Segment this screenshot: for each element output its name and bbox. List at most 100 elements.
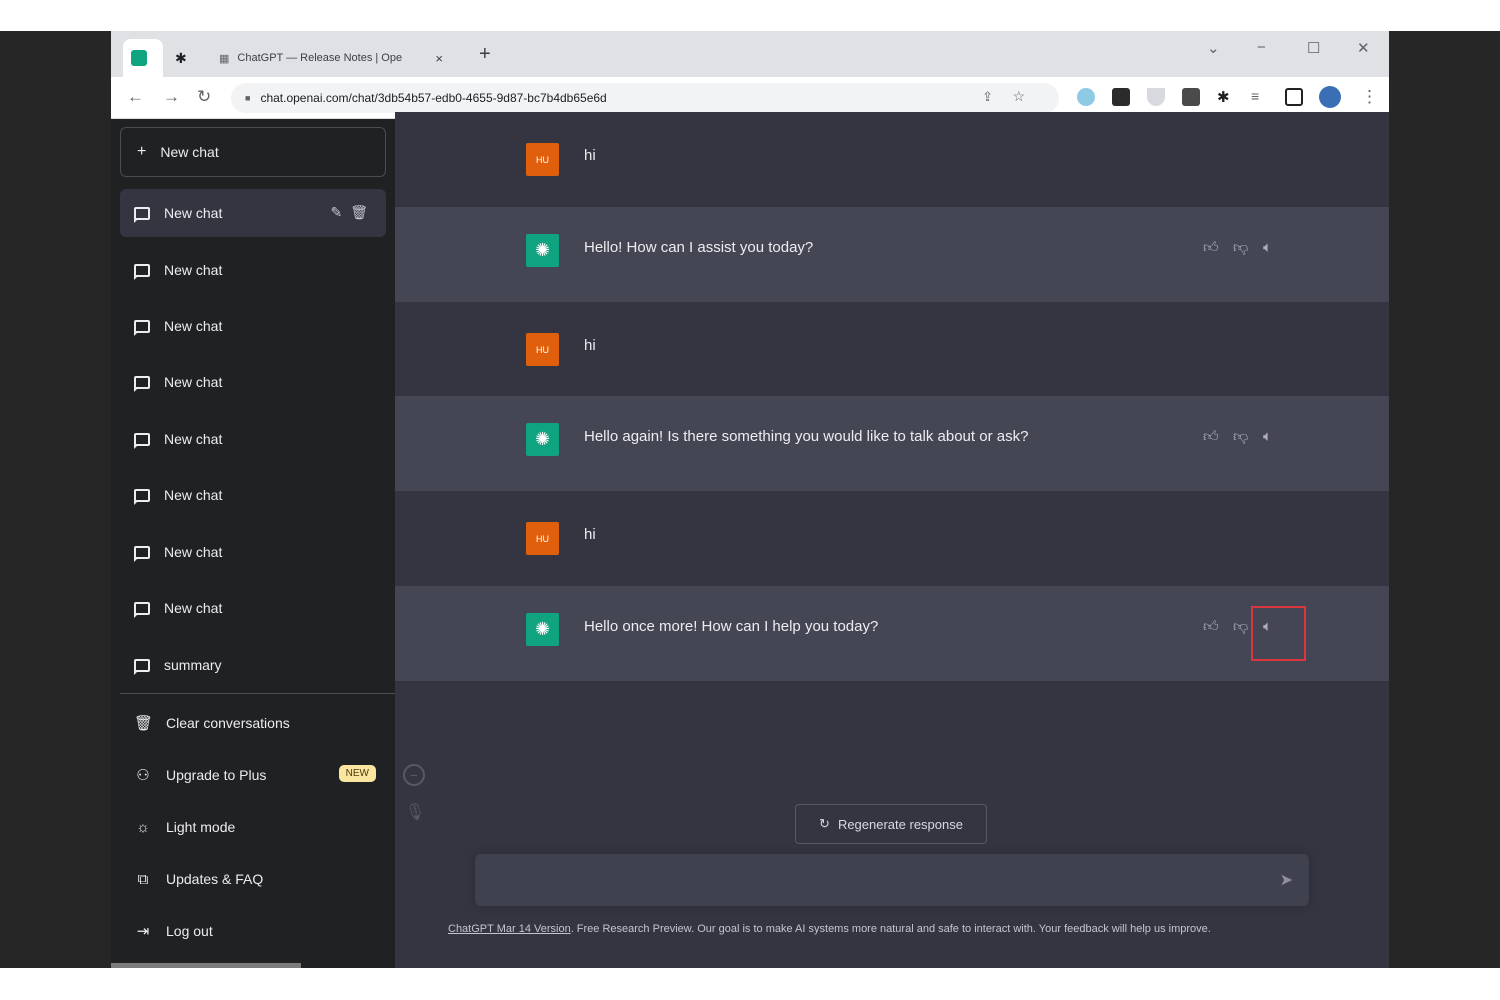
message-text: hi: [584, 337, 596, 354]
stop-icon[interactable]: −: [403, 764, 425, 786]
message-text: Hello! How can I assist you today?: [584, 239, 814, 256]
chat-bubble-icon: [134, 601, 150, 618]
lock-icon: ■: [245, 93, 251, 103]
thumbs-down-icon[interactable]: 👎︎: [1233, 239, 1248, 257]
user-icon: ⚇: [136, 767, 150, 784]
conversation-item[interactable]: New chat: [120, 471, 386, 519]
extension-2-icon[interactable]: [1112, 88, 1130, 106]
extension-1-icon[interactable]: [1077, 88, 1095, 106]
footer-text: . Free Research Preview. Our goal is to …: [570, 923, 1211, 935]
regenerate-label: Regenerate response: [837, 816, 963, 832]
logout-icon: ⇥: [136, 923, 150, 940]
message-assistant: ✺ Hello again! Is there something you wo…: [395, 396, 1389, 491]
light-mode-label: Light mode: [166, 819, 236, 835]
light-mode-button[interactable]: ☼ Light mode: [120, 805, 386, 849]
sidebar-scrollbar[interactable]: [111, 963, 301, 968]
message-text: hi: [584, 526, 596, 543]
conversation-item[interactable]: New chat: [120, 415, 386, 463]
maximize-button[interactable]: ☐: [1307, 39, 1320, 57]
highlight-annotation-box: [1251, 606, 1306, 661]
new-chat-label: New chat: [160, 144, 219, 160]
thumbs-up-icon[interactable]: 👍︎: [1203, 239, 1219, 257]
send-icon[interactable]: ➤: [1280, 870, 1293, 890]
speaker-icon[interactable]: 🔈︎: [1263, 428, 1272, 445]
side-panel-icon[interactable]: [1285, 88, 1303, 106]
chat-bubble-icon: [134, 545, 150, 562]
sidebar: + New chat New chat ✎🗑 New chat New chat…: [111, 119, 395, 968]
tab-strip: ✱ ▦ ChatGPT — Release Notes | Ope × + ⌄ …: [111, 31, 1389, 77]
extension-3-icon[interactable]: [1147, 88, 1165, 106]
conversation-label: New chat: [164, 600, 223, 616]
footer-disclaimer: ChatGPT Mar 14 Version. Free Research Pr…: [448, 923, 1348, 935]
conversation-label: summary: [164, 657, 222, 673]
message-assistant: ✺ Hello! How can I assist you today? 👍︎ …: [395, 207, 1389, 302]
message-user: HU hi: [395, 112, 1389, 207]
pinned-tab-extension[interactable]: ✱: [167, 39, 201, 77]
new-tab-button[interactable]: +: [479, 43, 491, 66]
profile-avatar[interactable]: [1319, 86, 1341, 108]
back-button[interactable]: ←: [127, 87, 144, 107]
conversation-item-active[interactable]: New chat ✎🗑: [120, 189, 386, 237]
forward-button[interactable]: →: [163, 87, 180, 107]
openai-logo-icon: ✺: [526, 423, 559, 456]
updates-faq-link[interactable]: ⧉ Updates & FAQ: [120, 857, 386, 901]
sun-icon: ☼: [136, 818, 150, 836]
chat-bubble-icon: [134, 488, 150, 505]
chat-bubble-icon: [134, 658, 150, 675]
conversation-item[interactable]: New chat: [120, 246, 386, 294]
version-link[interactable]: ChatGPT Mar 14 Version: [448, 923, 571, 935]
user-avatar: HU: [526, 143, 559, 176]
conversation-item[interactable]: New chat: [120, 584, 386, 632]
conversation-label: New chat: [164, 487, 223, 503]
conversation-label: New chat: [164, 431, 223, 447]
conversation-item[interactable]: summary: [120, 641, 386, 689]
address-bar[interactable]: ■ chat.openai.com/chat/3db54b57-edb0-465…: [231, 83, 1059, 113]
url-text: chat.openai.com/chat/3db54b57-edb0-4655-…: [260, 91, 607, 105]
bookmark-star-icon[interactable]: ☆: [1012, 88, 1025, 105]
chat-bubble-icon: [134, 375, 150, 392]
close-window-button[interactable]: ✕: [1357, 39, 1370, 57]
conversation-label: New chat: [164, 205, 223, 221]
thumbs-up-icon[interactable]: 👍︎: [1203, 428, 1219, 446]
tab-close-icon[interactable]: ×: [435, 51, 443, 66]
minimize-button[interactable]: −: [1257, 39, 1266, 56]
logout-label: Log out: [166, 923, 213, 939]
upgrade-label: Upgrade to Plus: [166, 767, 267, 783]
new-chat-button[interactable]: + New chat: [120, 127, 386, 177]
tab-search-icon[interactable]: ⌄: [1207, 39, 1220, 57]
extensions-puzzle-icon[interactable]: ✱: [1217, 88, 1235, 106]
chat-bubble-icon: [134, 206, 150, 223]
extension-4-icon[interactable]: [1182, 88, 1200, 106]
message-assistant: ✺ Hello once more! How can I help you to…: [395, 586, 1389, 681]
message-text: Hello once more! How can I help you toda…: [584, 618, 879, 635]
microphone-icon[interactable]: 🎙︎: [405, 802, 425, 822]
reload-button[interactable]: ↻: [197, 87, 211, 107]
new-badge: NEW: [338, 765, 376, 782]
conversation-label: New chat: [164, 262, 223, 278]
media-icon[interactable]: ≡: [1251, 88, 1269, 106]
message-user: HU hi: [395, 491, 1389, 586]
conversation-item[interactable]: New chat: [120, 528, 386, 576]
thumbs-up-icon[interactable]: 👍︎: [1203, 618, 1219, 636]
upgrade-to-plus-button[interactable]: ⚇ Upgrade to Plus NEW: [120, 753, 386, 797]
regenerate-response-button[interactable]: ↻ Regenerate response: [795, 804, 987, 844]
user-avatar: HU: [526, 333, 559, 366]
browser-menu-icon[interactable]: ⋮: [1361, 87, 1378, 107]
message-text: hi: [584, 147, 596, 164]
puzzle-icon: ✱: [175, 49, 187, 66]
pinned-tab-chatgpt[interactable]: [123, 39, 163, 77]
tab-release-notes[interactable]: ▦ ChatGPT — Release Notes | Ope ×: [211, 39, 461, 77]
conversation-item[interactable]: New chat: [120, 358, 386, 406]
share-icon[interactable]: ⇪: [982, 89, 993, 105]
logout-button[interactable]: ⇥ Log out: [120, 909, 386, 953]
sidebar-divider: [120, 693, 395, 694]
conversation-item[interactable]: New chat: [120, 302, 386, 350]
edit-delete-icons[interactable]: ✎🗑: [330, 204, 376, 221]
updates-label: Updates & FAQ: [166, 871, 264, 887]
thumbs-down-icon[interactable]: 👎︎: [1233, 618, 1248, 636]
thumbs-down-icon[interactable]: 👎︎: [1233, 428, 1248, 446]
clear-conversations-button[interactable]: 🗑 Clear conversations: [120, 701, 386, 745]
prompt-input[interactable]: ➤: [475, 854, 1309, 906]
chat-bubble-icon: [134, 319, 150, 336]
speaker-icon[interactable]: 🔈︎: [1263, 239, 1272, 256]
